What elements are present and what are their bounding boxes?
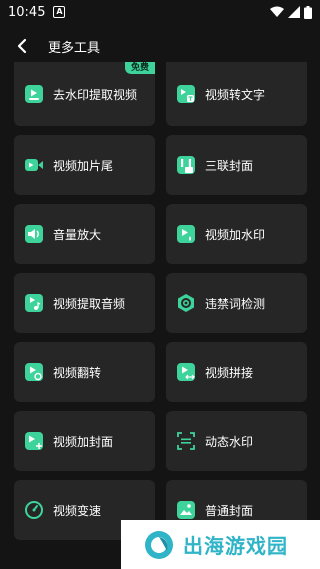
page-title: 更多工具 [48, 40, 101, 56]
tool-extract-audio[interactable]: 视频提取音频 [14, 273, 155, 333]
wifi-icon [270, 6, 284, 17]
tool-label: 三联封面 [205, 158, 254, 173]
video-extract-icon [25, 85, 43, 103]
header: 更多工具 [0, 30, 320, 62]
status-time: 10:45 [8, 4, 46, 20]
triple-cover-icon [177, 156, 195, 174]
extract-audio-icon [25, 294, 43, 312]
tool-video-ending[interactable]: 视频加片尾 [14, 135, 155, 195]
video-speed-icon [25, 501, 43, 519]
tool-remove-watermark[interactable]: 免费 去水印提取视频 [14, 62, 155, 126]
tool-label: 动态水印 [205, 434, 254, 449]
watermark-logo-icon [145, 530, 173, 559]
watermark-banner: 出海游戏园 [121, 520, 320, 569]
watermark-text: 出海游戏园 [183, 534, 288, 558]
volume-boost-icon [25, 225, 43, 243]
video-splice-icon [177, 363, 195, 381]
banned-word-check-icon [178, 294, 194, 312]
tool-label: 视频拼接 [205, 365, 254, 380]
dynamic-watermark-icon [177, 432, 195, 450]
tools-grid: 免费 去水印提取视频 视频转文字 视频加片尾 三联封面 音量放大 视频加水印 视… [14, 62, 308, 540]
tool-volume-boost[interactable]: 音量放大 [14, 204, 155, 264]
chevron-left-icon [17, 38, 27, 54]
tool-banned-word-check[interactable]: 违禁词检测 [166, 273, 307, 333]
tool-triple-cover[interactable]: 三联封面 [166, 135, 307, 195]
video-flip-icon [25, 363, 43, 381]
tool-video-flip[interactable]: 视频翻转 [14, 342, 155, 402]
tool-label: 去水印提取视频 [53, 87, 138, 102]
tool-video-splice[interactable]: 视频拼接 [166, 342, 307, 402]
tool-label: 视频转文字 [205, 87, 266, 102]
tool-label: 视频加封面 [53, 434, 114, 449]
tool-label: 视频变速 [53, 503, 102, 518]
tool-dynamic-watermark[interactable]: 动态水印 [166, 411, 307, 471]
video-cover-icon [25, 432, 43, 450]
video-to-text-icon [177, 85, 195, 103]
video-ending-icon [25, 159, 43, 171]
video-watermark-icon [177, 225, 195, 243]
status-bar: 10:45 A [0, 0, 320, 24]
tool-video-cover[interactable]: 视频加封面 [14, 411, 155, 471]
notification-a-icon: A [53, 6, 66, 18]
free-badge: 免费 [124, 62, 155, 74]
tool-label: 违禁词检测 [205, 296, 266, 311]
battery-icon [304, 5, 312, 19]
normal-cover-icon [177, 501, 195, 519]
back-button[interactable] [12, 36, 32, 56]
tool-label: 视频翻转 [53, 365, 102, 380]
tool-label: 普通封面 [205, 503, 254, 518]
signal-icon [288, 6, 300, 18]
tool-label: 音量放大 [53, 227, 102, 242]
tool-label: 视频加水印 [205, 227, 266, 242]
tool-label: 视频提取音频 [53, 296, 126, 311]
tool-label: 视频加片尾 [53, 158, 114, 173]
tool-video-to-text[interactable]: 视频转文字 [166, 62, 307, 126]
tool-video-watermark[interactable]: 视频加水印 [166, 204, 307, 264]
